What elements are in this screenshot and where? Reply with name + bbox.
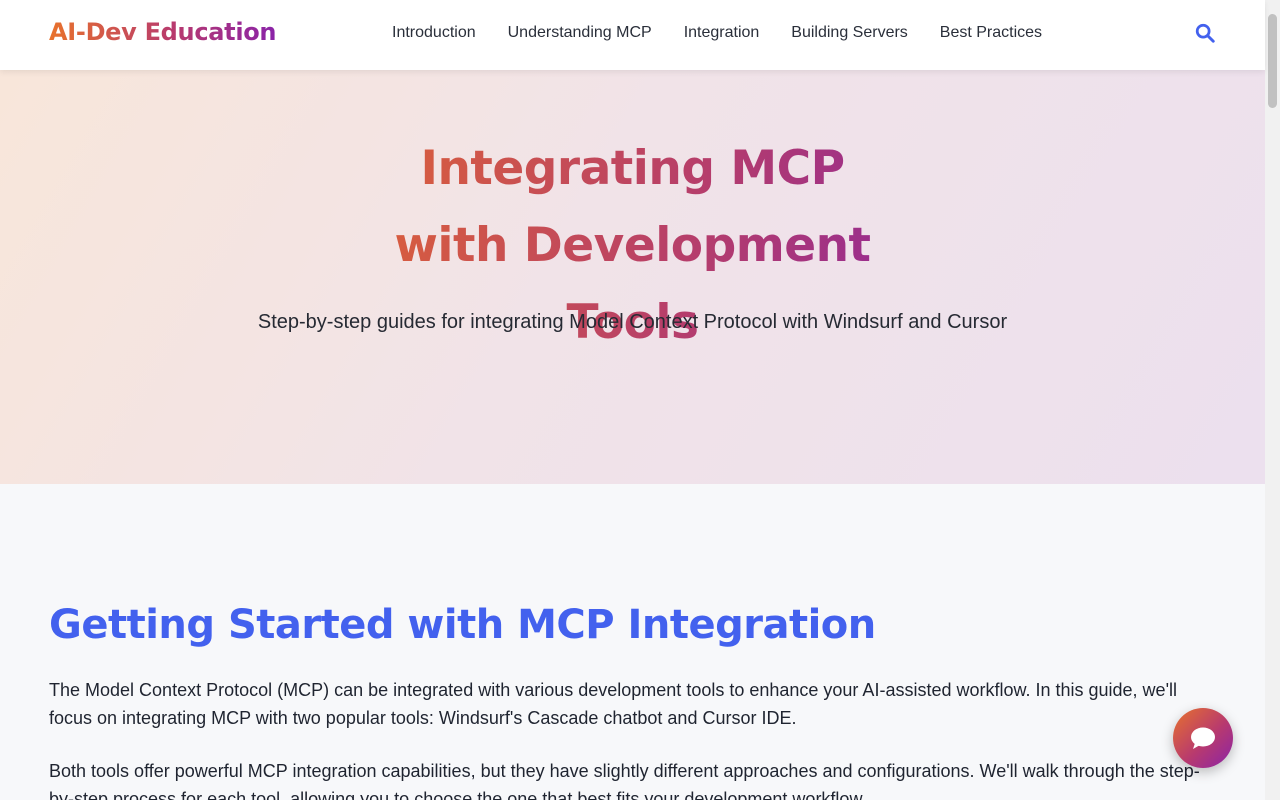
top-navigation-bar: AI-Dev Education Introduction Understand…: [0, 0, 1265, 70]
section-heading: Getting Started with MCP Integration: [49, 602, 876, 648]
page-scrollbar[interactable]: [1265, 0, 1280, 800]
nav-understanding-mcp[interactable]: Understanding MCP: [508, 24, 652, 42]
chat-button[interactable]: [1173, 708, 1233, 768]
site-logo[interactable]: AI-Dev Education: [49, 18, 277, 46]
hero-section: Integrating MCP with Development Tools S…: [0, 70, 1265, 484]
nav-building-servers[interactable]: Building Servers: [791, 24, 908, 42]
intro-paragraph: The Model Context Protocol (MCP) can be …: [49, 680, 1178, 728]
main-nav: Introduction Understanding MCP Integrati…: [392, 24, 1042, 42]
search-icon: [1195, 23, 1215, 43]
approach-paragraph: Both tools offer powerful MCP integratio…: [49, 761, 1200, 800]
chat-bubble-icon: [1191, 727, 1215, 749]
main-content: Getting Started with MCP Integration The…: [0, 484, 1265, 800]
nav-introduction[interactable]: Introduction: [392, 24, 476, 42]
hero-subtitle: Step-by-step guides for integrating Mode…: [257, 311, 1008, 333]
scrollbar-thumb[interactable]: [1268, 14, 1277, 108]
nav-integration[interactable]: Integration: [684, 24, 760, 42]
search-button[interactable]: [1194, 22, 1220, 48]
nav-best-practices[interactable]: Best Practices: [940, 24, 1042, 42]
